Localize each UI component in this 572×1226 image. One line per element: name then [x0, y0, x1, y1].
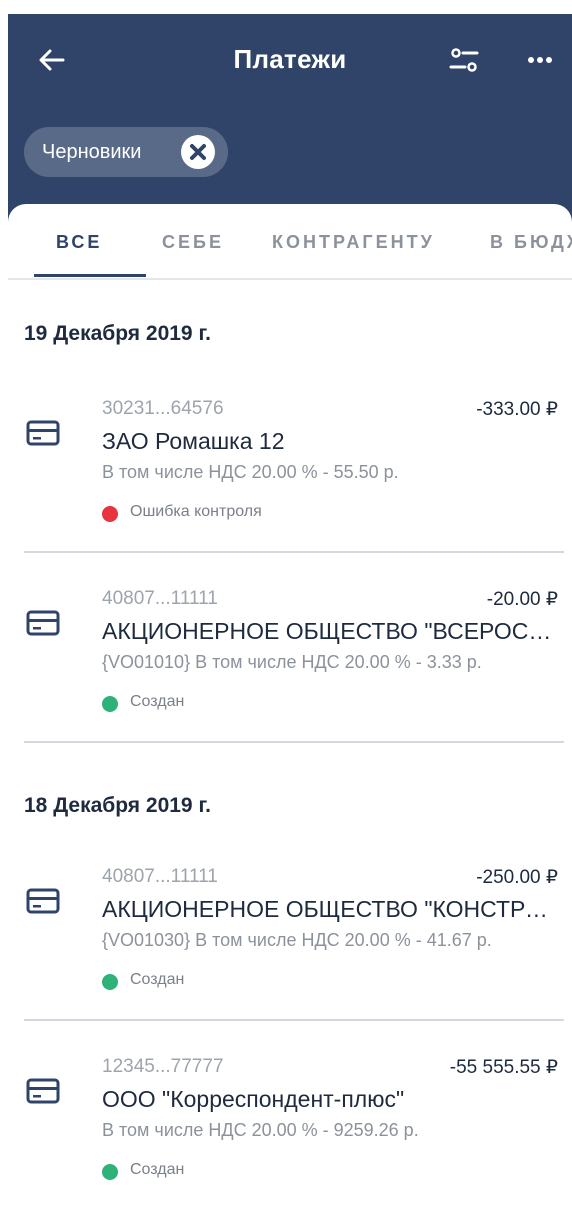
- tab-budget[interactable]: В БЮДЖЕТ: [490, 232, 572, 253]
- card-icon: [26, 420, 60, 446]
- status-dot: [102, 506, 118, 522]
- payee-name: ЗАО Ромашка 12: [102, 428, 285, 454]
- payment-item[interactable]: 12345...77777 -55 555.55 ₽ ООО "Корреспо…: [8, 1056, 572, 1226]
- tab-all[interactable]: ВСЕ: [56, 232, 102, 253]
- payment-description: В том числе НДС 20.00 % - 55.50 р.: [102, 462, 399, 482]
- payment-amount: -333.00 ₽: [476, 399, 558, 420]
- card-icon: [26, 1078, 60, 1104]
- payee-name: АКЦИОНЕРНОЕ ОБЩЕСТВО "ВСЕРОСCИЙСКИЙ": [102, 618, 558, 644]
- app-bar: Платежи: [8, 14, 572, 108]
- payment-amount: -55 555.55 ₽: [449, 1057, 558, 1078]
- payment-item[interactable]: 30231...64576 -333.00 ₽ ЗАО Ромашка 12 В…: [8, 398, 572, 568]
- more-horizontal-icon: [528, 57, 552, 63]
- account-number: 40807...11111: [102, 588, 218, 609]
- tab-bar: ВСЕ СЕБЕ КОНТРАГЕНТУ В БЮДЖЕТ: [8, 212, 572, 280]
- account-number: 40807...11111: [102, 866, 218, 887]
- status-dot: [102, 1164, 118, 1180]
- filter-button[interactable]: [446, 42, 482, 78]
- filter-chip-close-button[interactable]: [181, 135, 215, 169]
- tab-self[interactable]: СЕБЕ: [162, 232, 224, 253]
- page-title: Платежи: [233, 44, 347, 74]
- payment-amount: -250.00 ₽: [476, 867, 558, 888]
- payee-name: АКЦИОНЕРНОЕ ОБЩЕСТВО "КОНСТРУКТОР": [102, 896, 558, 922]
- payment-description: {VO01010} В том числе НДС 20.00 % - 3.33…: [102, 652, 482, 672]
- date-header: 18 Декабря 2019 г.: [24, 794, 211, 817]
- payment-item[interactable]: 40807...11111 -20.00 ₽ АКЦИОНЕРНОЕ ОБЩЕС…: [8, 588, 572, 758]
- card-icon: [26, 610, 60, 636]
- payment-description: {VO01030} В том числе НДС 20.00 % - 41.6…: [102, 930, 492, 950]
- status-text: Создан: [130, 693, 185, 710]
- tab-counterparty[interactable]: КОНТРАГЕНТУ: [272, 232, 435, 253]
- status-text: Создан: [130, 1161, 185, 1178]
- filter-sliders-icon: [449, 48, 479, 72]
- close-icon: [190, 144, 206, 160]
- filter-chip-label: Черновики: [42, 140, 142, 163]
- payment-item[interactable]: 40807...11111 -250.00 ₽ АКЦИОНЕРНОЕ ОБЩЕ…: [8, 866, 572, 1036]
- filter-chip[interactable]: Черновики: [24, 127, 228, 177]
- payment-amount: -20.00 ₽: [486, 589, 558, 610]
- status-text: Ошибка контроля: [130, 503, 262, 520]
- payee-name: ООО "Корреспондент-плюс": [102, 1086, 405, 1112]
- divider: [24, 551, 564, 553]
- payment-description: В том числе НДС 20.00 % - 9259.26 р.: [102, 1120, 419, 1140]
- card-icon: [26, 888, 60, 914]
- status-dot: [102, 696, 118, 712]
- date-header: 19 Декабря 2019 г.: [24, 322, 211, 345]
- more-button[interactable]: [522, 42, 558, 78]
- divider: [24, 1019, 564, 1021]
- tab-active-indicator: [34, 274, 146, 277]
- status-dot: [102, 974, 118, 990]
- status-text: Создан: [130, 971, 185, 988]
- account-number: 12345...77777: [102, 1056, 224, 1077]
- account-number: 30231...64576: [102, 398, 224, 419]
- divider: [24, 741, 564, 743]
